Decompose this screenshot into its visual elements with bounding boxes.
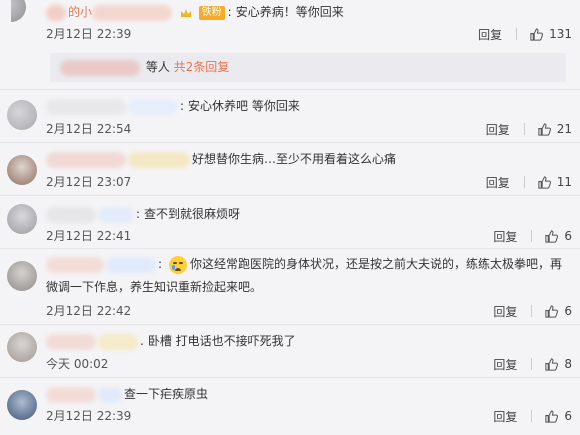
- divider: [531, 410, 533, 422]
- like-button[interactable]: 6: [544, 304, 572, 319]
- username[interactable]: [46, 151, 192, 168]
- avatar[interactable]: [7, 204, 37, 234]
- comment-text-line: 好想替你生病…至少不用看着这么心痛: [46, 149, 570, 169]
- comment-text: 查不到就很麻烦呀: [144, 207, 241, 221]
- like-count: 6: [564, 304, 572, 318]
- comment-text-line: 的小 铁粉: 安心养病！等你回来: [46, 2, 570, 22]
- comment-actions: 回复 11: [486, 173, 572, 191]
- comment-item: : 安心休养吧 等你回来 2月12日 22:54 回复 21: [0, 90, 580, 143]
- comment-text: 好想替你生病…至少不用看着这么心痛: [192, 152, 397, 166]
- sub-replies-box: 等人 共2条回复: [50, 53, 566, 82]
- comment-date: 2月12日 22:39: [46, 27, 132, 41]
- divider: [523, 123, 525, 135]
- comment-text: 卧槽 打电话也不接吓死我了: [147, 334, 296, 348]
- crying-face-emoji-icon: [169, 255, 188, 274]
- thumbs-up-icon: [545, 304, 559, 318]
- avatar[interactable]: [7, 390, 37, 420]
- avatar[interactable]: [11, 0, 26, 22]
- reply-button[interactable]: 回复: [493, 408, 517, 425]
- divider: [531, 358, 533, 370]
- username[interactable]: [46, 206, 136, 223]
- avatar[interactable]: [7, 100, 37, 130]
- like-button[interactable]: 6: [544, 409, 572, 424]
- username[interactable]: [46, 333, 140, 350]
- divider: [523, 176, 525, 188]
- crown-icon: [180, 8, 191, 17]
- like-count: 21: [556, 122, 572, 136]
- username[interactable]: [46, 386, 124, 403]
- like-count: 11: [556, 175, 572, 189]
- avatar[interactable]: [7, 155, 37, 185]
- comment-text-line: : 你这经常跑医院的身体状况，还是按之前大夫说的，练练太极拳吧，再微调一下作息，养…: [46, 255, 563, 294]
- comment-item: 好想替你生病…至少不用看着这么心痛 2月12日 23:07 回复 11: [0, 143, 580, 196]
- thumbs-up-icon: [538, 122, 551, 136]
- comment-date: 2月12日 22:39: [46, 409, 132, 423]
- comment-actions: 回复 131: [478, 25, 572, 43]
- like-button[interactable]: 21: [537, 122, 572, 137]
- comment-date: 2月12日 22:41: [46, 229, 132, 243]
- thumbs-up-icon: [545, 229, 559, 243]
- comment-text-line: : 安心休养吧 等你回来: [46, 96, 570, 116]
- comment-item: . 卧槽 打电话也不接吓死我了 今天 00:02 回复 8: [0, 325, 580, 378]
- like-button[interactable]: 8: [544, 357, 572, 372]
- view-sub-replies-link[interactable]: 共2条回复: [174, 60, 230, 74]
- comment-actions: 回复 6: [493, 407, 572, 425]
- comment-text-line: 查一下疟疾原虫: [46, 384, 570, 404]
- reply-button[interactable]: 回复: [486, 121, 510, 138]
- like-button[interactable]: 131: [529, 27, 572, 42]
- comment-item: 查一下疟疾原虫 2月12日 22:39 回复 6: [0, 378, 580, 435]
- comment-actions: 回复 6: [493, 227, 572, 245]
- username[interactable]: [46, 256, 158, 273]
- like-button[interactable]: 11: [537, 175, 572, 190]
- comment-item: 的小 铁粉: 安心养病！等你回来 2月12日 22:39 回复 131 等人 共2…: [0, 0, 580, 90]
- comment-text-line: : 查不到就很麻烦呀: [46, 204, 570, 224]
- comment-text-line: . 卧槽 打电话也不接吓死我了: [46, 331, 570, 351]
- comment-date: 2月12日 22:42: [46, 304, 132, 318]
- comment-date: 2月12日 22:54: [46, 122, 132, 136]
- comment-actions: 回复 8: [493, 355, 572, 373]
- divider: [531, 305, 533, 317]
- reply-button[interactable]: 回复: [493, 356, 517, 373]
- thumbs-up-icon: [545, 409, 559, 423]
- divider: [531, 230, 533, 242]
- comment-date: 2月12日 23:07: [46, 175, 132, 189]
- avatar[interactable]: [7, 261, 37, 291]
- comment-actions: 回复 6: [493, 302, 572, 320]
- reply-button[interactable]: 回复: [493, 303, 517, 320]
- avatar[interactable]: [7, 332, 37, 362]
- comment-date: 今天 00:02: [46, 357, 109, 371]
- like-count: 6: [564, 229, 572, 243]
- reply-button[interactable]: 回复: [493, 228, 517, 245]
- comment-item: : 查不到就很麻烦呀 2月12日 22:41 回复 6: [0, 196, 580, 249]
- comment-text: 查一下疟疾原虫: [124, 387, 209, 401]
- fans-badge: 铁粉: [198, 5, 225, 20]
- comment-text: 安心休养吧 等你回来: [188, 99, 300, 113]
- thumbs-up-icon: [538, 175, 551, 189]
- like-button[interactable]: 6: [544, 229, 572, 244]
- username[interactable]: 的小: [46, 4, 174, 21]
- like-count: 8: [564, 357, 572, 371]
- sub-replies-users: 等人: [145, 60, 170, 74]
- like-count: 6: [564, 409, 572, 423]
- divider: [516, 28, 518, 40]
- thumbs-up-icon: [530, 27, 544, 41]
- username[interactable]: [46, 98, 180, 115]
- comment-text: 安心养病！等你回来: [235, 5, 344, 19]
- reply-button[interactable]: 回复: [478, 26, 502, 43]
- comment-actions: 回复 21: [486, 120, 572, 138]
- reply-button[interactable]: 回复: [486, 174, 510, 191]
- like-count: 131: [549, 27, 572, 41]
- thumbs-up-icon: [545, 357, 559, 371]
- comment-item: : 你这经常跑医院的身体状况，还是按之前大夫说的，练练太极拳吧，再微调一下作息，养…: [0, 249, 580, 325]
